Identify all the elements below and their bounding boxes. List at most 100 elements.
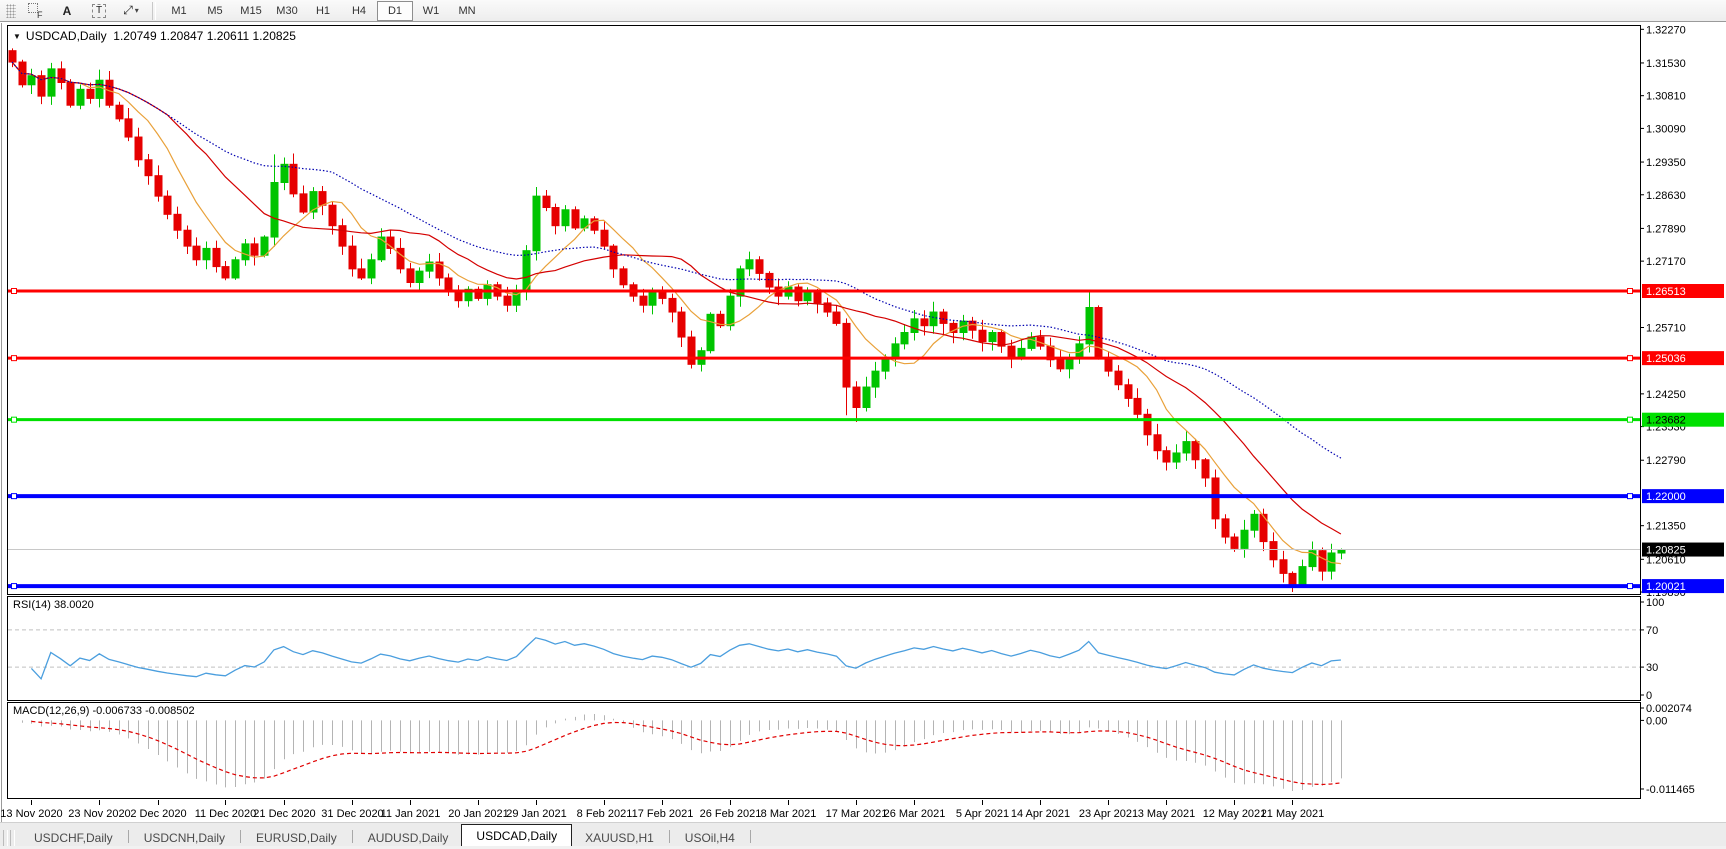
- candle-body: [8, 50, 17, 63]
- toolbar-drag-handle[interactable]: [6, 3, 16, 18]
- candle-body: [978, 329, 987, 343]
- timeframe-button-m5[interactable]: M5: [197, 1, 233, 21]
- candle-body: [988, 332, 997, 343]
- candle-body: [1124, 384, 1133, 399]
- mt4-window: { "toolbar": { "tools": [ {"name": "fibo…: [0, 0, 1726, 849]
- rsi-tick-label: 70: [1646, 625, 1658, 637]
- toolbar-separator: [152, 1, 156, 20]
- fibo-grid-tool-button[interactable]: F: [19, 1, 51, 21]
- candle-body: [755, 259, 764, 274]
- line-handle[interactable]: [11, 355, 17, 362]
- timeframe-button-m1[interactable]: M1: [161, 1, 197, 21]
- text-a-icon: A: [62, 3, 72, 18]
- line-handle[interactable]: [1627, 288, 1633, 294]
- macd-panel[interactable]: [7, 702, 1641, 799]
- candle-body: [600, 229, 609, 247]
- candle-body: [1230, 536, 1239, 549]
- line-handle[interactable]: [11, 416, 17, 423]
- timeframe-button-m15[interactable]: M15: [233, 1, 269, 21]
- candle-body: [1172, 452, 1181, 463]
- candle-body: [95, 79, 104, 99]
- date-label: 3 May 2021: [1138, 808, 1195, 820]
- candle-body: [706, 313, 715, 352]
- candle-body: [338, 225, 347, 247]
- line-handle[interactable]: [1627, 416, 1633, 423]
- date-label: 23 Apr 2021: [1079, 808, 1138, 820]
- tabbar-grip-2[interactable]: [10, 830, 15, 846]
- candle-body: [1298, 566, 1307, 586]
- fibo-grid-icon: F: [27, 3, 43, 20]
- price-label-text: 1.20825: [1646, 545, 1686, 557]
- cursor-arrows-dropdown-button[interactable]: ⤢ ▾: [115, 1, 147, 21]
- macd-tick-label: 0.002074: [1646, 703, 1692, 715]
- date-label: 20 Jan 2021: [448, 808, 509, 820]
- candle-body: [1143, 413, 1152, 436]
- tabbar-grip[interactable]: [3, 830, 8, 846]
- candle-body: [920, 318, 929, 327]
- collapse-triangle-icon[interactable]: ▼: [13, 32, 21, 41]
- tab-separator: [240, 830, 242, 843]
- candle-body: [1017, 347, 1026, 358]
- price-label-text: 1.26513: [1646, 286, 1686, 298]
- candle-body: [648, 291, 657, 306]
- candle-body: [415, 270, 424, 284]
- timeframe-button-mn[interactable]: MN: [449, 1, 485, 21]
- line-handle[interactable]: [1627, 583, 1633, 590]
- candle-body: [1133, 397, 1142, 415]
- candle-body: [270, 182, 279, 238]
- timeframe-button-w1[interactable]: W1: [413, 1, 449, 21]
- line-handle[interactable]: [11, 493, 17, 500]
- date-label: 31 Dec 2020: [321, 808, 383, 820]
- candle-body: [1182, 441, 1191, 454]
- line-handle[interactable]: [11, 288, 17, 294]
- candle-body: [929, 311, 938, 327]
- macd-indicator-label: MACD(12,26,9) -0.006733 -0.008502: [13, 705, 195, 717]
- candle-body: [503, 295, 512, 306]
- candle-body: [1094, 307, 1103, 358]
- candle-body: [891, 343, 900, 359]
- rsi-tick-label: 30: [1646, 662, 1658, 674]
- candle-body: [1250, 513, 1259, 531]
- line-handle[interactable]: [11, 583, 17, 590]
- candle-body: [27, 75, 36, 86]
- chart-canvas[interactable]: 1.32270 1.31530 1.30810 1.30090 1.29350 1.286…: [0, 23, 1726, 822]
- price-axis[interactable]: 1.32270 1.31530 1.30810 1.30090 1.29350 1.286…: [1640, 24, 1686, 599]
- chart-title: ▼ USDCAD,Daily 1.20749 1.20847 1.20611 1.…: [13, 29, 296, 43]
- candle-body: [639, 295, 648, 306]
- price-tick-label: 1.28630: [1646, 190, 1686, 202]
- candle-body: [571, 209, 580, 229]
- date-axis[interactable]: 13 Nov 2020 23 Nov 2020 2 Dec 2020 11 Dec 2…: [0, 800, 1324, 820]
- rsi-tick-label: 100: [1646, 597, 1664, 609]
- candle-body: [1221, 518, 1230, 538]
- candle-body: [658, 291, 667, 299]
- text-tool-button[interactable]: A: [51, 1, 83, 21]
- candle-body: [105, 79, 114, 106]
- line-handle[interactable]: [1627, 355, 1633, 362]
- macd-tick-label: 0.00: [1646, 715, 1667, 727]
- price-tick-label: 1.29350: [1646, 157, 1686, 169]
- price-label-text: 1.23682: [1646, 415, 1686, 427]
- horizontal-level-line[interactable]: [8, 493, 1640, 500]
- candle-body: [202, 247, 211, 261]
- price-label-1.26513: 1.26513: [1642, 284, 1724, 298]
- textbox-tool-button[interactable]: T: [83, 1, 115, 21]
- price-tick-label: 1.21350: [1646, 521, 1686, 533]
- candle-body: [1162, 450, 1171, 463]
- date-label: 8 Feb 2021: [577, 808, 633, 820]
- timeframe-button-m30[interactable]: M30: [269, 1, 305, 21]
- timeframe-button-h4[interactable]: H4: [341, 1, 377, 21]
- rsi-indicator-label: RSI(14) 38.0020: [13, 599, 94, 611]
- timeframe-button-h1[interactable]: H1: [305, 1, 341, 21]
- candle-body: [1318, 550, 1327, 572]
- date-label: 2 Dec 2020: [130, 808, 186, 820]
- candle-body: [328, 204, 337, 227]
- timeframe-button-d1[interactable]: D1: [377, 0, 413, 21]
- price-tick-label: 1.25710: [1646, 323, 1686, 335]
- price-tick-label: 1.31530: [1646, 58, 1686, 70]
- rsi-panel[interactable]: [7, 596, 1641, 701]
- candle-body: [348, 245, 357, 270]
- candle-body: [1114, 370, 1123, 386]
- date-label: 17 Feb 2021: [632, 808, 694, 820]
- horizontal-level-line[interactable]: [8, 583, 1640, 590]
- line-handle[interactable]: [1627, 493, 1633, 500]
